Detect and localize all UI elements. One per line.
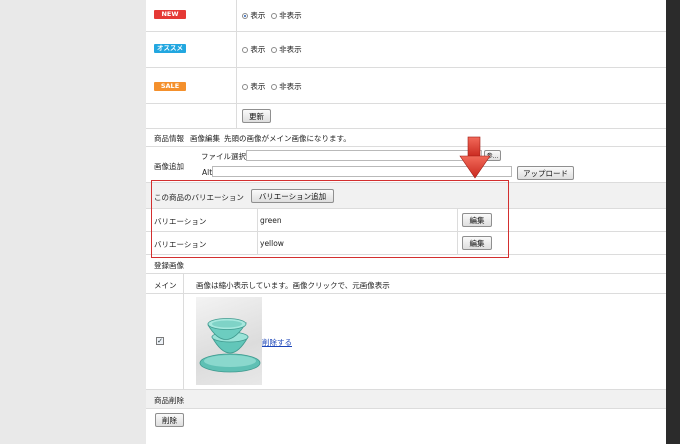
sale-show-label: 表示 <box>250 82 266 91</box>
edit-variation-button[interactable]: 編集 <box>462 236 492 250</box>
variation-label: バリエーション <box>154 217 207 226</box>
new-hide-label: 非表示 <box>279 11 302 20</box>
sale-badge: SALE <box>154 82 186 91</box>
right-edge <box>666 0 680 444</box>
image-add-row: 画像追加 ファイル選択 参... Alt アップロード <box>146 147 666 183</box>
sale-hide-radio[interactable] <box>270 83 277 90</box>
main-image-note: 先頭の画像がメイン画像になります。 <box>224 134 351 143</box>
main-image-note-row: メイン 画像は縮小表示しています。画像クリックで、元画像表示 <box>146 274 666 294</box>
red-arrow-icon <box>459 136 491 179</box>
left-gutter <box>0 0 147 444</box>
image-select-checkbox[interactable]: ✓ <box>156 337 164 345</box>
thumbnail-note: 画像は縮小表示しています。画像クリックで、元画像表示 <box>196 281 390 290</box>
delete-image-link[interactable]: 削除する <box>262 337 292 348</box>
product-info-row: 商品情報 画像編集 先頭の画像がメイン画像になります。 <box>146 129 666 147</box>
badge-row-recommend: オススメ 表示 非表示 <box>146 32 666 68</box>
product-info-label: 商品情報 <box>154 134 184 143</box>
variation-row: バリエーション green 編集 <box>146 209 666 232</box>
badge-row-sale: SALE 表示 非表示 <box>146 68 666 104</box>
update-row: 更新 <box>146 104 666 129</box>
upload-button[interactable]: アップロード <box>517 166 574 180</box>
variation-header-row: この商品のバリエーション バリエーション追加 <box>146 183 666 209</box>
delete-product-button[interactable]: 削除 <box>155 413 184 427</box>
recommend-badge: オススメ <box>154 44 186 53</box>
add-variation-button[interactable]: バリエーション追加 <box>251 189 334 203</box>
teal-bowls-icon <box>199 318 261 373</box>
product-delete-label: 商品削除 <box>154 396 184 405</box>
image-add-label: 画像追加 <box>154 162 184 171</box>
delete-button-row: 削除 <box>146 409 666 431</box>
new-badge: NEW <box>154 10 186 19</box>
edit-variation-button[interactable]: 編集 <box>462 213 492 227</box>
recommend-show-label: 表示 <box>250 45 266 54</box>
variation-row: バリエーション yellow 編集 <box>146 232 666 255</box>
update-button[interactable]: 更新 <box>242 109 271 123</box>
product-edit-panel: NEW 表示 非表示 オススメ 表示 非表示 SALE 表示 非表示 更新 商品… <box>146 0 666 444</box>
recommend-hide-radio[interactable] <box>270 46 277 53</box>
new-hide-radio[interactable] <box>270 12 277 19</box>
registered-images-row: 登録画像 <box>146 255 666 274</box>
variation-value: yellow <box>260 239 284 248</box>
recommend-radio-group: 表示 非表示 <box>242 44 302 55</box>
registered-images-label: 登録画像 <box>154 261 184 270</box>
product-delete-row: 商品削除 <box>146 390 666 409</box>
new-radio-group: 表示 非表示 <box>242 10 302 21</box>
sale-show-radio[interactable] <box>242 83 248 90</box>
variation-label: バリエーション <box>154 240 207 249</box>
new-show-label: 表示 <box>250 11 266 20</box>
file-select-label: ファイル選択 <box>201 152 246 161</box>
badge-row-new: NEW 表示 非表示 <box>146 0 666 32</box>
sale-radio-group: 表示 非表示 <box>242 81 302 92</box>
file-path-input[interactable] <box>246 150 482 161</box>
variation-value: green <box>260 216 282 225</box>
recommend-show-radio[interactable] <box>242 46 248 53</box>
sale-hide-label: 非表示 <box>279 82 302 91</box>
product-image[interactable] <box>196 297 262 385</box>
variation-header: この商品のバリエーション <box>154 193 244 202</box>
new-show-radio[interactable] <box>242 12 248 19</box>
main-label: メイン <box>154 281 177 290</box>
recommend-hide-label: 非表示 <box>279 45 302 54</box>
image-edit-label: 画像編集 <box>190 134 220 143</box>
alt-label: Alt <box>202 168 213 177</box>
